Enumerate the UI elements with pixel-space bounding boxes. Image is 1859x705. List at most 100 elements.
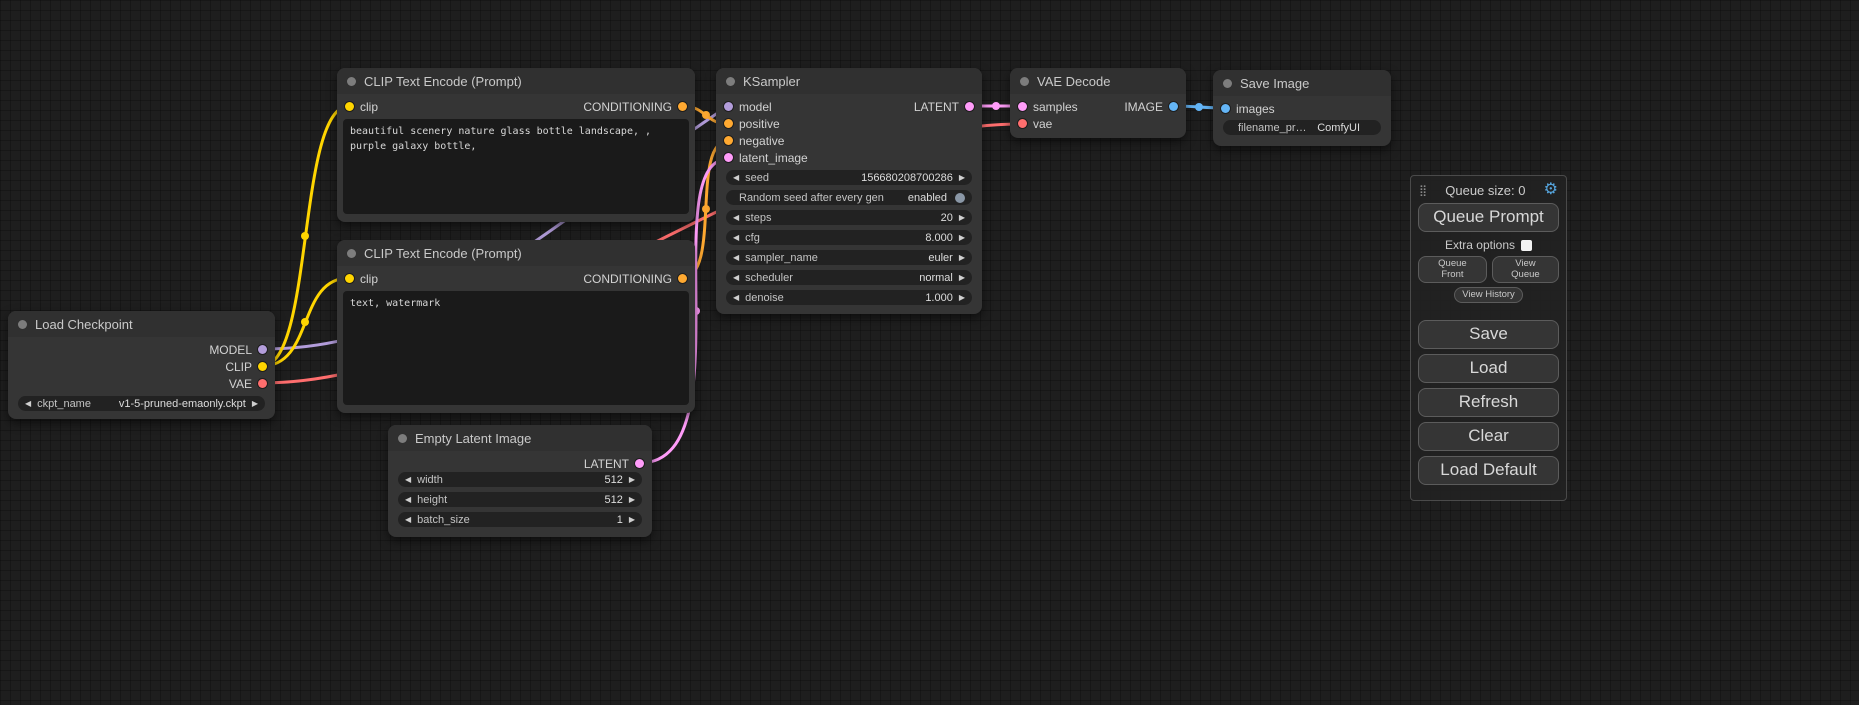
decrement-arrow-icon[interactable]: ◀	[733, 234, 739, 242]
output-slot-conditioning[interactable]: CONDITIONING	[583, 100, 687, 114]
save-button[interactable]: Save	[1418, 320, 1559, 349]
output-slot-model[interactable]: MODEL	[209, 343, 267, 357]
refresh-button[interactable]: Refresh	[1418, 388, 1559, 417]
filename-prefix-widget[interactable]: filename_prefix ComfyUI	[1223, 120, 1381, 135]
slot-dot-conditioning[interactable]	[678, 274, 687, 283]
input-slot-latent-image[interactable]: latent_image	[724, 151, 808, 165]
slot-dot-latent[interactable]	[1018, 102, 1027, 111]
output-slot-image[interactable]: IMAGE	[1124, 100, 1178, 114]
batch-size-widget[interactable]: ◀ batch_size 1 ▶	[398, 512, 642, 527]
collapse-dot-icon[interactable]	[726, 77, 735, 86]
slot-dot-model[interactable]	[258, 345, 267, 354]
collapse-dot-icon[interactable]	[1223, 79, 1232, 88]
node-load-checkpoint[interactable]: Load Checkpoint MODEL CLIP VAE	[8, 311, 275, 419]
decrement-arrow-icon[interactable]: ◀	[733, 274, 739, 282]
input-slot-clip[interactable]: clip	[345, 272, 378, 286]
node-vae-decode[interactable]: VAE Decode samples IMAGE vae	[1010, 68, 1186, 138]
output-slot-latent[interactable]: LATENT	[914, 100, 974, 114]
collapse-dot-icon[interactable]	[347, 249, 356, 258]
slot-dot-latent[interactable]	[965, 102, 974, 111]
decrement-arrow-icon[interactable]: ◀	[733, 174, 739, 182]
negative-prompt-textarea[interactable]: text, watermark	[343, 291, 689, 405]
toggle-knob-icon[interactable]	[955, 193, 965, 203]
increment-arrow-icon[interactable]: ▶	[959, 234, 965, 242]
input-slot-clip[interactable]: clip	[345, 100, 378, 114]
slot-dot-conditioning[interactable]	[724, 119, 733, 128]
load-default-button[interactable]: Load Default	[1418, 456, 1559, 485]
slot-dot-clip[interactable]	[345, 102, 354, 111]
output-slot-clip[interactable]: CLIP	[225, 360, 267, 374]
collapse-dot-icon[interactable]	[347, 77, 356, 86]
node-title-bar[interactable]: Empty Latent Image	[388, 425, 652, 451]
drag-handle-icon[interactable]: ⣿	[1419, 184, 1427, 197]
extra-options-checkbox[interactable]	[1521, 240, 1532, 251]
sampler-name-widget[interactable]: ◀ sampler_name euler ▶	[726, 250, 972, 265]
positive-prompt-textarea[interactable]: beautiful scenery nature glass bottle la…	[343, 119, 689, 214]
collapse-dot-icon[interactable]	[398, 434, 407, 443]
node-empty-latent-image[interactable]: Empty Latent Image LATENT ◀ width 512 ▶ …	[388, 425, 652, 537]
increment-arrow-icon[interactable]: ▶	[629, 516, 635, 524]
node-title-bar[interactable]: Load Checkpoint	[8, 311, 275, 337]
slot-dot-conditioning[interactable]	[678, 102, 687, 111]
gear-icon[interactable]: ⚙	[1544, 182, 1558, 198]
decrement-arrow-icon[interactable]: ◀	[25, 400, 31, 408]
input-slot-vae[interactable]: vae	[1018, 117, 1052, 131]
node-clip-text-encode-negative[interactable]: CLIP Text Encode (Prompt) clip CONDITION…	[337, 240, 695, 413]
slot-dot-vae[interactable]	[258, 379, 267, 388]
node-title-bar[interactable]: Save Image	[1213, 70, 1391, 96]
height-widget[interactable]: ◀ height 512 ▶	[398, 492, 642, 507]
input-slot-model[interactable]: model	[724, 100, 772, 114]
node-save-image[interactable]: Save Image images filename_prefix ComfyU…	[1213, 70, 1391, 146]
increment-arrow-icon[interactable]: ▶	[959, 274, 965, 282]
input-slot-positive[interactable]: positive	[724, 117, 780, 131]
slot-dot-conditioning[interactable]	[724, 136, 733, 145]
scheduler-widget[interactable]: ◀ scheduler normal ▶	[726, 270, 972, 285]
increment-arrow-icon[interactable]: ▶	[959, 294, 965, 302]
output-slot-conditioning[interactable]: CONDITIONING	[583, 272, 687, 286]
decrement-arrow-icon[interactable]: ◀	[733, 294, 739, 302]
node-title-bar[interactable]: CLIP Text Encode (Prompt)	[337, 68, 695, 94]
increment-arrow-icon[interactable]: ▶	[252, 400, 258, 408]
output-slot-latent[interactable]: LATENT	[584, 457, 644, 471]
increment-arrow-icon[interactable]: ▶	[629, 496, 635, 504]
slot-dot-model[interactable]	[724, 102, 733, 111]
node-ksampler[interactable]: KSampler model LATENT positive	[716, 68, 982, 314]
cfg-widget[interactable]: ◀ cfg 8.000 ▶	[726, 230, 972, 245]
node-title-bar[interactable]: KSampler	[716, 68, 982, 94]
ckpt-name-widget[interactable]: ◀ ckpt_name v1-5-pruned-emaonly.ckpt ▶	[18, 396, 265, 411]
load-button[interactable]: Load	[1418, 354, 1559, 383]
slot-dot-clip[interactable]	[345, 274, 354, 283]
decrement-arrow-icon[interactable]: ◀	[405, 496, 411, 504]
decrement-arrow-icon[interactable]: ◀	[405, 516, 411, 524]
slot-dot-latent[interactable]	[635, 459, 644, 468]
queue-front-button[interactable]: Queue Front	[1418, 256, 1487, 283]
increment-arrow-icon[interactable]: ▶	[629, 476, 635, 484]
decrement-arrow-icon[interactable]: ◀	[405, 476, 411, 484]
increment-arrow-icon[interactable]: ▶	[959, 214, 965, 222]
slot-dot-latent[interactable]	[724, 153, 733, 162]
steps-widget[interactable]: ◀ steps 20 ▶	[726, 210, 972, 225]
slot-dot-vae[interactable]	[1018, 119, 1027, 128]
input-slot-images[interactable]: images	[1221, 102, 1275, 116]
input-slot-samples[interactable]: samples	[1018, 100, 1078, 114]
slot-dot-image[interactable]	[1169, 102, 1178, 111]
view-queue-button[interactable]: View Queue	[1492, 256, 1559, 283]
view-history-button[interactable]: View History	[1454, 287, 1523, 303]
collapse-dot-icon[interactable]	[1020, 77, 1029, 86]
slot-dot-clip[interactable]	[258, 362, 267, 371]
increment-arrow-icon[interactable]: ▶	[959, 174, 965, 182]
node-title-bar[interactable]: VAE Decode	[1010, 68, 1186, 94]
denoise-widget[interactable]: ◀ denoise 1.000 ▶	[726, 290, 972, 305]
random-seed-toggle-widget[interactable]: Random seed after every gen enabled	[726, 190, 972, 205]
node-clip-text-encode-positive[interactable]: CLIP Text Encode (Prompt) clip CONDITION…	[337, 68, 695, 222]
node-title-bar[interactable]: CLIP Text Encode (Prompt)	[337, 240, 695, 266]
output-slot-vae[interactable]: VAE	[229, 377, 267, 391]
collapse-dot-icon[interactable]	[18, 320, 27, 329]
decrement-arrow-icon[interactable]: ◀	[733, 214, 739, 222]
queue-prompt-button[interactable]: Queue Prompt	[1418, 203, 1559, 232]
width-widget[interactable]: ◀ width 512 ▶	[398, 472, 642, 487]
input-slot-negative[interactable]: negative	[724, 134, 784, 148]
seed-widget[interactable]: ◀ seed 156680208700286 ▶	[726, 170, 972, 185]
node-graph-canvas[interactable]: Load Checkpoint MODEL CLIP VAE	[0, 0, 1859, 705]
decrement-arrow-icon[interactable]: ◀	[733, 254, 739, 262]
